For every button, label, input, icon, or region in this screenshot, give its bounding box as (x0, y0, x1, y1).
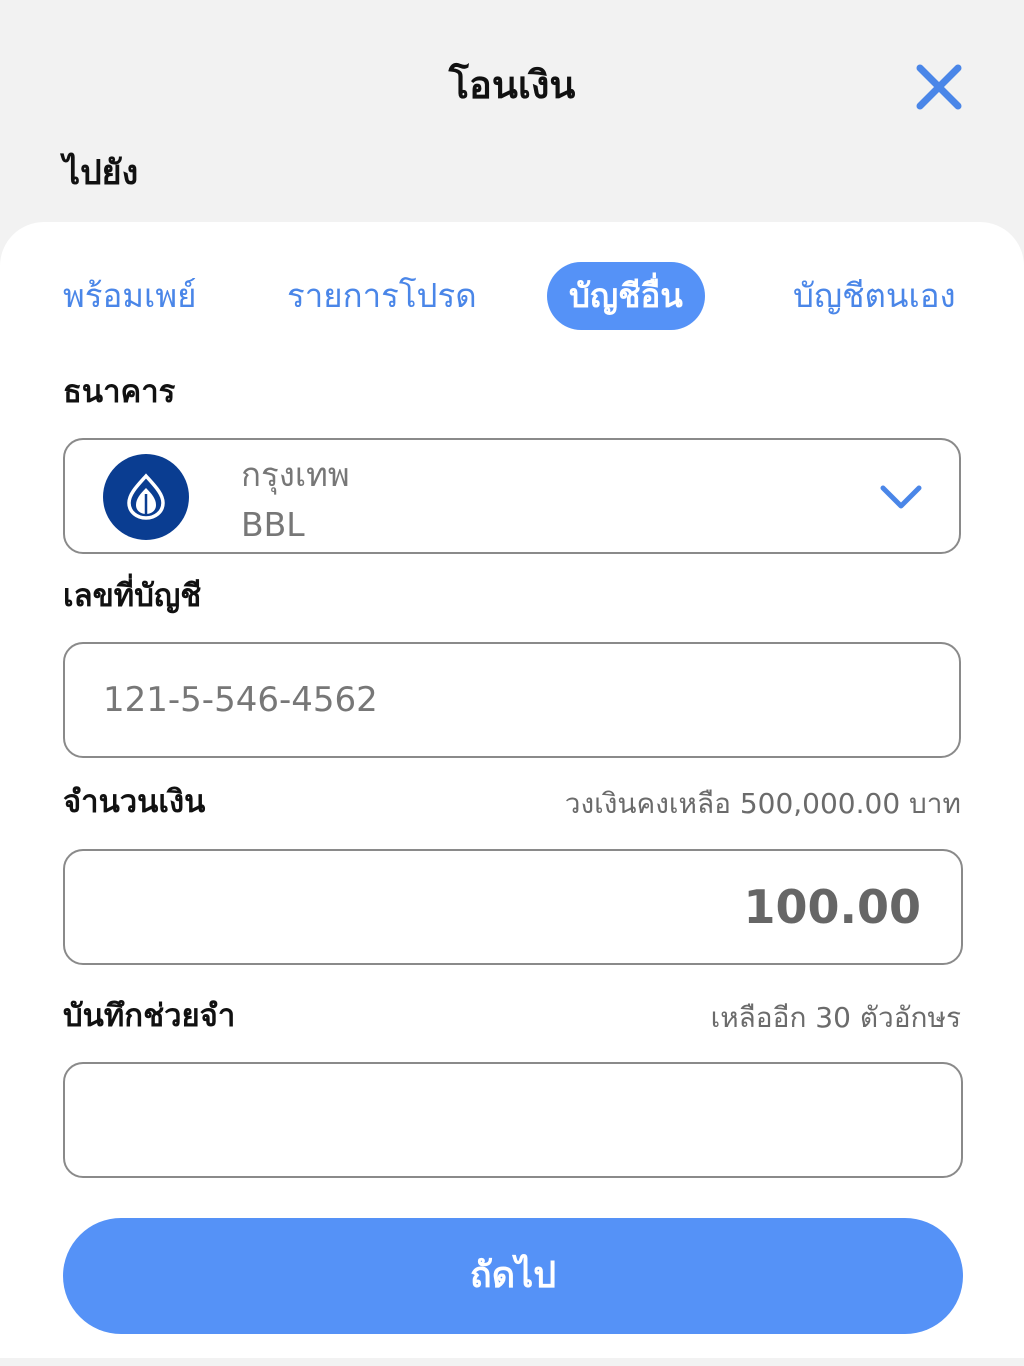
available-limit-text: วงเงินคงเหลือ 500,000.00 บาท (564, 787, 961, 820)
bank-label: ธนาคาร (63, 374, 176, 410)
bank-name: กรุงเทพ (241, 455, 350, 494)
tab-own-account[interactable]: บัญชีตนเอง (793, 262, 956, 330)
tab-other-account[interactable]: บัญชีอื่น (547, 262, 705, 330)
bank-select[interactable]: กรุงเทพ BBL (63, 438, 961, 554)
bottom-edge (0, 1358, 1024, 1366)
amount-field[interactable]: 100.00 (63, 849, 963, 965)
destination-label: ไปยัง (63, 153, 139, 193)
tab-promptpay[interactable]: พร้อมเพย์ (63, 262, 196, 330)
chevron-down-icon (877, 474, 925, 522)
memo-input[interactable] (65, 1064, 961, 1176)
lotus-icon (127, 473, 165, 520)
transfer-form-sheet: พร้อมเพย์ รายการโปรด บัญชีอื่น บัญชีตนเอ… (0, 222, 1024, 1358)
amount-value: 100.00 (743, 880, 921, 934)
next-button[interactable]: ถัดไป (63, 1218, 963, 1334)
account-number-field[interactable]: 121-5-546-4562 (63, 642, 961, 758)
memo-label: บันทึกช่วยจำ (63, 998, 236, 1034)
bank-logo (103, 454, 189, 540)
close-button[interactable] (908, 56, 970, 118)
bank-code: BBL (241, 505, 305, 544)
memo-remaining-text: เหลืออีก 30 ตัวอักษร (710, 1001, 961, 1034)
page-title: โอนเงิน (448, 63, 576, 107)
account-number-value: 121-5-546-4562 (103, 680, 378, 720)
amount-label: จำนวนเงิน (63, 784, 206, 820)
memo-field[interactable] (63, 1062, 963, 1178)
transfer-type-tabs: พร้อมเพย์ รายการโปรด บัญชีอื่น บัญชีตนเอ… (0, 262, 1024, 332)
account-number-label: เลขที่บัญชี (63, 578, 202, 614)
close-icon (916, 64, 962, 110)
transfer-screen: โอนเงิน ไปยัง พร้อมเพย์ รายการโปรด บัญชี… (0, 0, 1024, 1366)
tab-favorites[interactable]: รายการโปรด (287, 262, 477, 330)
